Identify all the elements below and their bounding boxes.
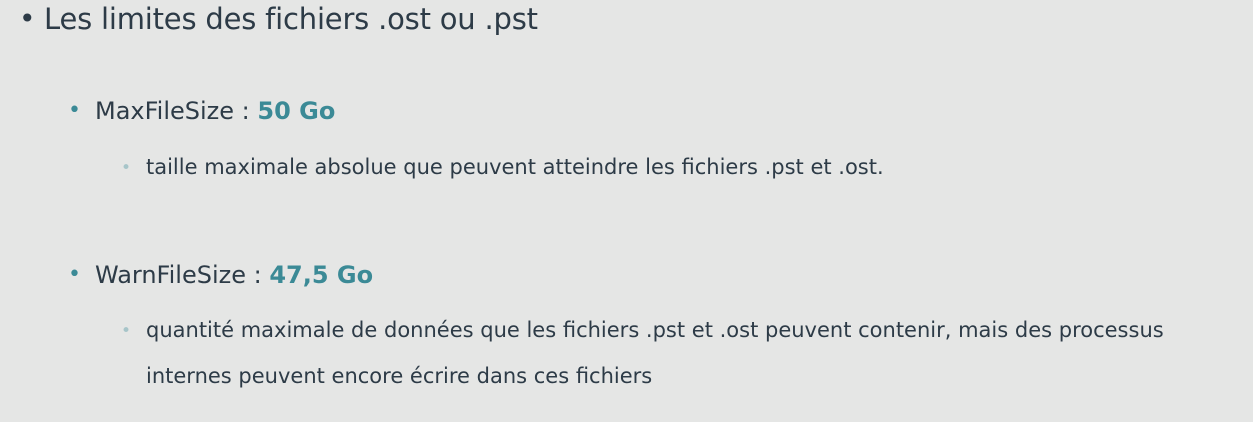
heading-limits: Les limites des fichiers .ost ou .pst (44, 2, 538, 36)
bullet-warnfilesize: • (68, 262, 81, 287)
sub-bullet-warnfilesize: • (121, 321, 132, 341)
setting-maxfilesize: MaxFileSize : 50 Go (95, 96, 335, 126)
bullet-maxfilesize: • (68, 98, 81, 123)
description-maxfilesize: taille maximale absolue que peuvent atte… (146, 155, 884, 179)
setting-separator: : (234, 97, 258, 125)
sub-bullet-maxfilesize: • (121, 158, 132, 178)
setting-value: 50 Go (257, 97, 336, 125)
setting-warnfilesize: WarnFileSize : 47,5 Go (95, 260, 373, 290)
setting-name: MaxFileSize (95, 97, 235, 125)
slide: • Les limites des fichiers .ost ou .pst … (0, 0, 1253, 422)
setting-separator: : (245, 261, 270, 289)
description-warnfilesize: quantité maximale de données que les fic… (146, 318, 1164, 388)
setting-value: 47,5 Go (269, 261, 374, 289)
setting-name: WarnFileSize (95, 261, 246, 289)
level1-bullet: • (19, 2, 36, 35)
